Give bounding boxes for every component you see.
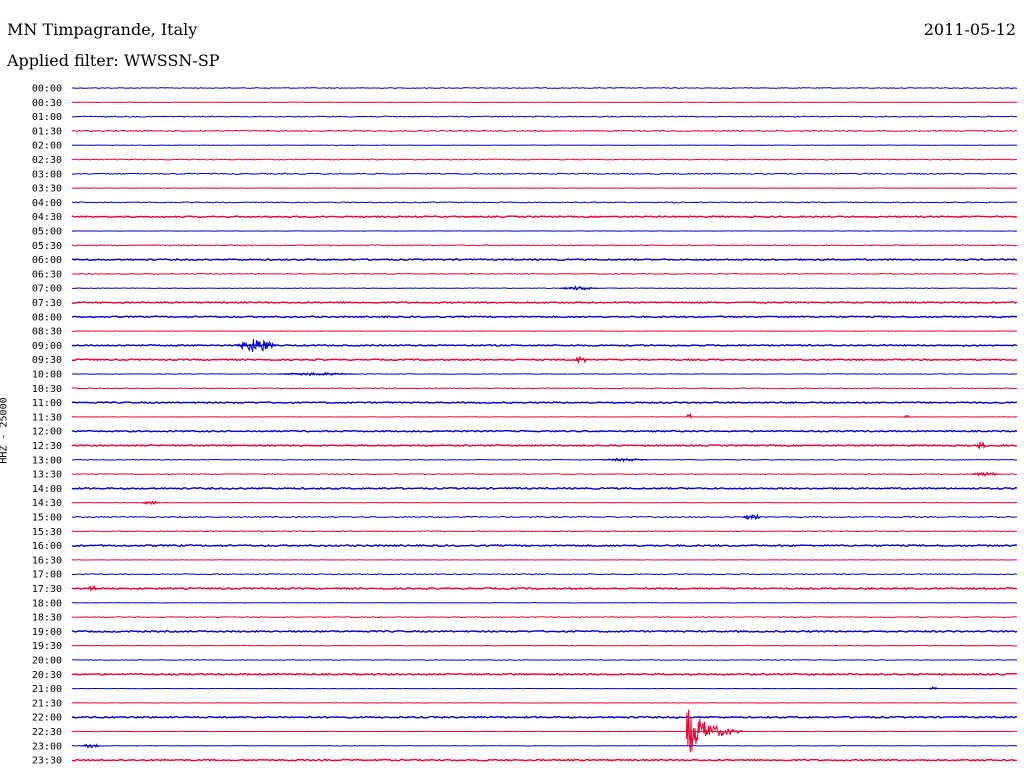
seismic-event — [141, 500, 160, 506]
trace-row — [71, 201, 1018, 204]
seismic-event — [969, 471, 1002, 477]
row-time-label: 18:00 — [32, 598, 62, 609]
row-time-label: 12:30 — [32, 441, 62, 452]
trace-row — [71, 629, 1018, 634]
trace-row — [71, 358, 1018, 362]
row-time-label: 02:00 — [32, 141, 62, 152]
trace-row — [71, 158, 1018, 161]
trace-row — [71, 444, 1018, 448]
seismic-event — [81, 743, 100, 749]
row-time-label: 20:30 — [32, 670, 62, 681]
trace-row — [71, 258, 1018, 262]
row-time-label: 16:00 — [32, 541, 62, 552]
trace-row — [71, 715, 1018, 719]
row-time-label: 09:00 — [32, 341, 62, 352]
row-time-label: 03:30 — [32, 184, 62, 195]
trace-row — [71, 343, 1018, 347]
row-time-label: 01:00 — [32, 112, 62, 123]
trace-row — [71, 129, 1018, 133]
row-time-label: 07:30 — [32, 298, 62, 309]
row-time-label: 21:00 — [32, 684, 62, 695]
row-time-label: 15:30 — [32, 527, 62, 538]
row-time-label: 05:00 — [32, 227, 62, 238]
row-time-label: 19:30 — [32, 641, 62, 652]
row-time-label: 08:00 — [32, 312, 62, 323]
trace-row — [71, 530, 1018, 533]
seismic-event — [975, 441, 986, 450]
trace-row — [71, 543, 1018, 548]
trace-row — [71, 301, 1018, 305]
trace-row — [71, 172, 1018, 175]
row-time-label: 11:00 — [32, 398, 62, 409]
row-time-label: 22:30 — [32, 727, 62, 738]
trace-row — [71, 758, 1018, 762]
trace-row — [71, 586, 1018, 591]
trace-row — [71, 616, 1018, 619]
seismogram-plot: 00:00 00:30 01:00 01:30 02:00 02:30 03:00 03:30… — [32, 84, 1018, 767]
row-time-label: 23:00 — [32, 741, 62, 752]
trace-row — [71, 486, 1018, 491]
row-time-label: 03:00 — [32, 169, 62, 180]
row-time-label: 19:00 — [32, 627, 62, 638]
trace-row — [71, 473, 1018, 476]
row-time-label: 00:30 — [32, 98, 62, 109]
trace-row — [71, 87, 1018, 89]
row-time-label: 18:30 — [32, 613, 62, 624]
trace-row — [71, 115, 1018, 118]
row-time-label: 00:00 — [32, 84, 62, 95]
row-time-label: 01:30 — [32, 126, 62, 137]
row-time-label: 17:00 — [32, 570, 62, 581]
row-time-label: 08:30 — [32, 327, 62, 338]
trace-row — [71, 672, 1018, 676]
trace-row — [71, 515, 1018, 519]
row-time-label: 13:00 — [32, 455, 62, 466]
row-time-label: 22:00 — [32, 713, 62, 724]
trace-row — [71, 215, 1018, 219]
trace-row — [71, 272, 1018, 275]
row-time-label: 09:30 — [32, 355, 62, 366]
row-time-label: 05:30 — [32, 241, 62, 252]
trace-row — [71, 458, 1018, 461]
trace-row — [71, 387, 1018, 390]
row-time-label: 23:30 — [32, 756, 62, 767]
row-time-label: 14:00 — [32, 484, 62, 495]
row-time-label: 10:00 — [32, 370, 62, 381]
trace-row — [71, 244, 1018, 247]
row-time-label: 21:30 — [32, 698, 62, 709]
trace-row — [71, 659, 1018, 661]
row-time-label: 17:30 — [32, 584, 62, 595]
trace-row — [71, 315, 1018, 319]
row-time-label: 10:30 — [32, 384, 62, 395]
row-time-label: 13:30 — [32, 470, 62, 481]
row-time-label: 15:00 — [32, 513, 62, 524]
row-time-label: 07:00 — [32, 284, 62, 295]
row-time-label: 11:30 — [32, 412, 62, 423]
row-time-label: 12:00 — [32, 427, 62, 438]
row-time-label: 02:30 — [32, 155, 62, 166]
row-time-label: 06:00 — [32, 255, 62, 266]
row-time-label: 20:00 — [32, 656, 62, 667]
trace-row — [71, 401, 1018, 405]
trace-row — [71, 429, 1018, 433]
row-time-label: 04:00 — [32, 198, 62, 209]
trace-row — [71, 573, 1018, 576]
row-time-label: 14:30 — [32, 498, 62, 509]
row-time-label: 06:30 — [32, 269, 62, 280]
row-time-label: 16:30 — [32, 555, 62, 566]
row-time-label: 04:30 — [32, 212, 62, 223]
